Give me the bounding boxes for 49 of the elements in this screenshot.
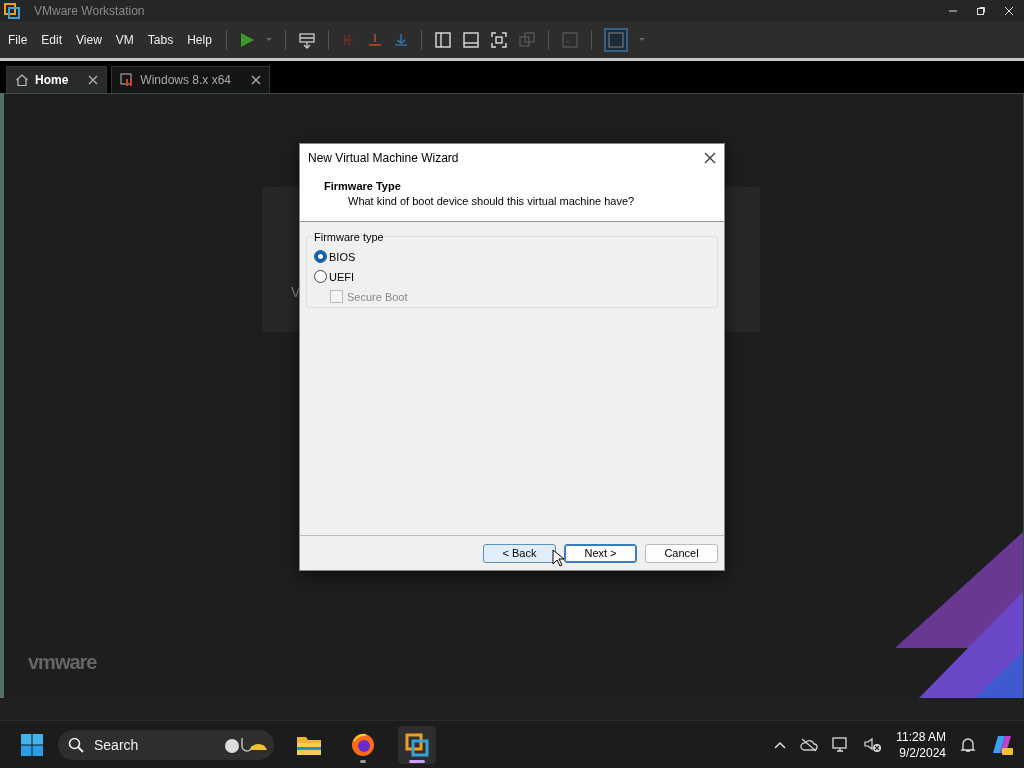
group-label: Firmware type — [314, 231, 384, 243]
speaker-muted-icon[interactable] — [864, 736, 883, 753]
play-icon[interactable] — [238, 32, 255, 48]
radio-icon[interactable] — [314, 270, 327, 283]
app-icon — [4, 3, 20, 19]
maximize-icon[interactable] — [976, 6, 986, 16]
taskbar-app[interactable] — [398, 725, 436, 764]
browser-icon — [351, 732, 375, 757]
dialog-button[interactable]: Cancel — [645, 543, 718, 563]
cursor-icon — [552, 549, 564, 567]
menu-item[interactable]: VM — [113, 33, 136, 47]
vm-icon — [120, 73, 135, 87]
menu-item[interactable]: View — [74, 33, 104, 47]
chevron-up-icon[interactable] — [774, 740, 787, 749]
caret-icon[interactable] — [637, 37, 646, 43]
clock-date[interactable]: 9/2/2024 — [899, 744, 946, 761]
search-icon — [68, 736, 84, 753]
start-icon[interactable] — [20, 732, 44, 757]
radio-option[interactable]: BIOS — [314, 250, 356, 263]
search-field[interactable]: Search — [58, 729, 274, 760]
step-description: What kind of boot device should this virtual machine have? — [347, 195, 636, 207]
window-title: VMware Workstation — [34, 4, 145, 18]
cloud-off-icon[interactable] — [800, 737, 819, 752]
fullscreen-icon[interactable] — [489, 31, 508, 49]
dialog-button[interactable]: Next > — [564, 543, 637, 563]
tab[interactable]: Home — [6, 66, 108, 93]
menu-item[interactable]: Help — [185, 33, 214, 47]
menu-item[interactable]: File — [6, 33, 30, 47]
panel-icon[interactable] — [461, 31, 480, 49]
clock-time[interactable]: 11:28 AM — [896, 728, 946, 745]
menu-item[interactable]: Edit — [39, 33, 65, 47]
tab[interactable]: Windows 8.x x64 — [111, 66, 271, 93]
close-icon[interactable] — [88, 75, 99, 85]
radio-option[interactable]: UEFI — [314, 270, 355, 283]
close-icon[interactable] — [251, 75, 262, 85]
menu-item[interactable]: Tabs — [145, 33, 176, 47]
close-icon[interactable] — [704, 152, 716, 164]
app-icon — [405, 732, 429, 757]
bell-icon[interactable] — [960, 736, 976, 753]
brand-logo: vmware — [28, 651, 97, 674]
tab-label: Windows 8.x x64 — [140, 73, 232, 87]
tab-label: Home — [35, 73, 69, 87]
home-icon — [15, 73, 29, 87]
dialog-title: New Virtual Machine Wizard — [308, 151, 459, 165]
caret-icon[interactable] — [264, 37, 273, 43]
sidebar-icon[interactable] — [433, 31, 452, 49]
dialog-button[interactable]: < Back — [483, 543, 556, 563]
radio-icon[interactable] — [314, 250, 327, 263]
step-heading: Firmware Type — [324, 180, 402, 192]
